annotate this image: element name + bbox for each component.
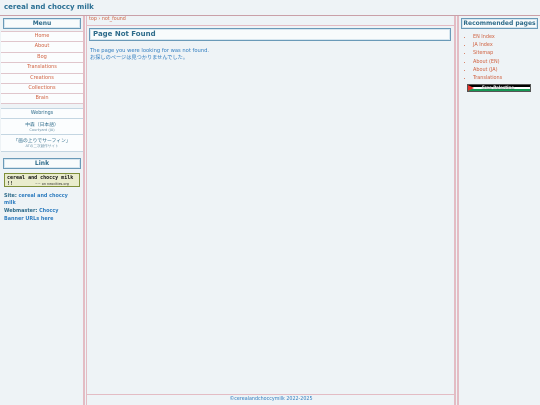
menu-item-brain[interactable]: Brain: [1, 93, 83, 104]
link-heading: Link: [3, 157, 81, 169]
footer-copyright: ©cerealandchoccymilk 2022-2025: [229, 397, 313, 402]
page-title: Page Not Found: [89, 28, 451, 41]
menu-item-home[interactable]: Home: [1, 31, 83, 42]
sub-item-label: 中森（日本語）: [25, 122, 59, 128]
right-sidebar: Recommended pages EN Index JA Index Site…: [457, 16, 540, 405]
menu-item-bog[interactable]: Bog: [1, 51, 83, 63]
recommended-list: EN Index JA Index Sitemap About (EN) Abo…: [473, 33, 540, 82]
sub-item-note: ATの二次創作サイト: [25, 143, 59, 148]
recommended-heading: Recommended pages: [461, 18, 538, 29]
menu-item-about[interactable]: About: [1, 41, 83, 52]
site-label: Site:: [4, 192, 17, 199]
banner-urls-link[interactable]: Banner URLs here: [4, 216, 53, 222]
menu-heading: Menu: [3, 18, 81, 29]
menu-item-creations[interactable]: Creations: [1, 72, 83, 83]
message-ja: お探しのページは見つかりませんでした。: [90, 55, 189, 62]
webmaster-link[interactable]: Choccy: [39, 208, 58, 214]
breadcrumb-divider: [87, 25, 455, 26]
palestine-flag-banner[interactable]: Free Palestine: [467, 84, 531, 93]
not-found-message: The page you were looking for was not fo…: [90, 48, 209, 63]
site-info: Site: cereal and choccy milk Webmaster: …: [4, 193, 80, 223]
sub-item-webrings[interactable]: Webrings: [1, 107, 83, 118]
site-title[interactable]: cereal and choccy milk: [4, 3, 94, 11]
left-sidebar: Menu Home About Bog Translations Creatio…: [1, 16, 85, 405]
recommended-item[interactable]: About (JA): [473, 66, 540, 74]
webmaster-label: Webmaster:: [4, 207, 38, 214]
sub-item-label: 「画の上りでサーフィン」: [13, 138, 71, 144]
sub-item-label: Webrings: [30, 110, 54, 116]
sub-item-courtyard[interactable]: 中森（日本語） Courtyard (JA): [1, 117, 83, 134]
sub-item-fanart-site[interactable]: 「画の上りでサーフィン」 ATの二次創作サイト: [1, 133, 83, 152]
breadcrumb[interactable]: top › not_found: [89, 17, 126, 22]
menu-item-translations[interactable]: Translations: [1, 62, 83, 73]
banner-subtext: ~~ on neocities.org: [35, 181, 69, 186]
recommended-item[interactable]: About (EN): [473, 58, 540, 66]
recommended-item[interactable]: JA Index: [473, 41, 540, 49]
recommended-item[interactable]: Sitemap: [473, 49, 540, 57]
recommended-item[interactable]: EN Index: [473, 33, 540, 41]
main-content: top › not_found Page Not Found The page …: [86, 16, 456, 405]
footer-divider: [87, 394, 455, 395]
site-banner[interactable]: cereal and choccy milk !! ~~ on neocitie…: [4, 172, 80, 187]
flag-banner-text: Free Palestine: [482, 85, 515, 91]
recommended-item[interactable]: Translations: [473, 74, 540, 82]
menu-item-collections[interactable]: Collections: [1, 82, 83, 94]
sub-item-note: Courtyard (JA): [29, 127, 55, 132]
